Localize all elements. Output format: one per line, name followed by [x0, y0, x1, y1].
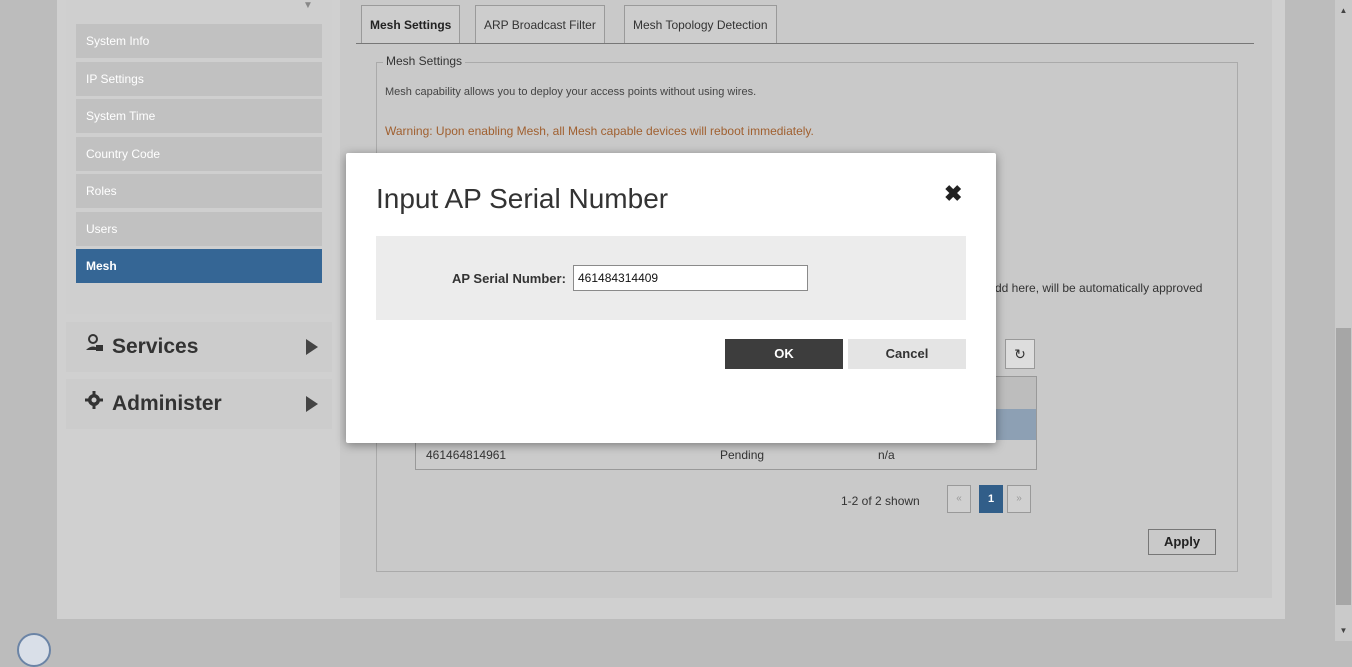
pager-summary: 1-2 of 2 shown [841, 494, 920, 508]
expand-arrow-icon [306, 339, 318, 355]
sidebar-item-mesh[interactable]: Mesh [76, 249, 322, 283]
services-icon [84, 322, 104, 372]
tab-label: ARP Broadcast Filter [484, 18, 596, 32]
sidebar-item-label: IP Settings [86, 72, 144, 86]
sidebar-section-services[interactable]: Services [66, 322, 332, 372]
mesh-warning: Warning: Upon enabling Mesh, all Mesh ca… [385, 124, 814, 138]
expand-arrow-icon [306, 396, 318, 412]
sidebar-item-label: Users [86, 222, 118, 236]
ap-serial-label: AP Serial Number: [452, 271, 566, 286]
sidebar-item-country-code[interactable]: Country Code [76, 137, 322, 171]
pager-prev[interactable]: « [947, 485, 971, 513]
sidebar-item-roles[interactable]: Roles [76, 174, 322, 208]
tab-mesh-topology-detection[interactable]: Mesh Topology Detection [624, 5, 777, 43]
close-icon[interactable]: ✖ [944, 181, 962, 207]
modal-title: Input AP Serial Number [376, 183, 669, 214]
pager-page-1[interactable]: 1 [979, 485, 1003, 513]
gear-icon [84, 379, 104, 429]
sidebar-item-ip-settings[interactable]: IP Settings [76, 62, 322, 96]
tab-label: Mesh Settings [370, 18, 452, 32]
apply-button[interactable]: Apply [1148, 529, 1216, 555]
table-row[interactable]: 461464814961 Pending n/a [416, 440, 1036, 469]
tab-label: Mesh Topology Detection [633, 18, 768, 32]
mesh-description: Mesh capability allows you to deploy you… [385, 86, 757, 98]
ok-button[interactable]: OK [725, 339, 843, 369]
table-cell-serial: 461464814961 [426, 448, 507, 462]
sidebar-item-label: Country Code [86, 147, 161, 161]
refresh-icon: ↻ [1014, 346, 1026, 362]
chevron-down-icon[interactable]: ▼ [303, 0, 313, 11]
table-cell-extra: n/a [878, 448, 895, 462]
sidebar-item-label: Mesh [86, 259, 117, 273]
sidebar-section-administer[interactable]: Administer [66, 379, 332, 429]
cancel-button[interactable]: Cancel [848, 339, 966, 369]
sidebar-section-label: Services [112, 335, 199, 358]
sidebar-item-label: Roles [86, 184, 117, 198]
sidebar-item-system-info[interactable]: System Info [76, 24, 322, 58]
pager-next[interactable]: » [1007, 485, 1031, 513]
ap-serial-input[interactable] [573, 265, 808, 291]
fieldset-legend: Mesh Settings [383, 54, 466, 68]
refresh-button[interactable]: ↻ [1005, 339, 1035, 369]
sidebar-item-label: System Time [86, 109, 156, 123]
sidebar-item-label: System Info [86, 34, 150, 48]
sidebar-section-label: Administer [112, 392, 222, 415]
help-circle-icon[interactable] [17, 633, 51, 667]
tab-arp-broadcast-filter[interactable]: ARP Broadcast Filter [475, 5, 605, 43]
auto-approve-note: dd here, will be automatically approved [995, 281, 1203, 295]
table-cell-status: Pending [720, 448, 765, 462]
sidebar-item-system-time[interactable]: System Time [76, 99, 322, 133]
tab-mesh-settings[interactable]: Mesh Settings [361, 5, 461, 43]
sidebar-item-users[interactable]: Users [76, 212, 322, 246]
scroll-down-icon[interactable]: ▼ [1336, 624, 1351, 638]
scroll-up-icon[interactable]: ▲ [1336, 4, 1351, 18]
scrollbar-thumb[interactable] [1336, 328, 1351, 605]
